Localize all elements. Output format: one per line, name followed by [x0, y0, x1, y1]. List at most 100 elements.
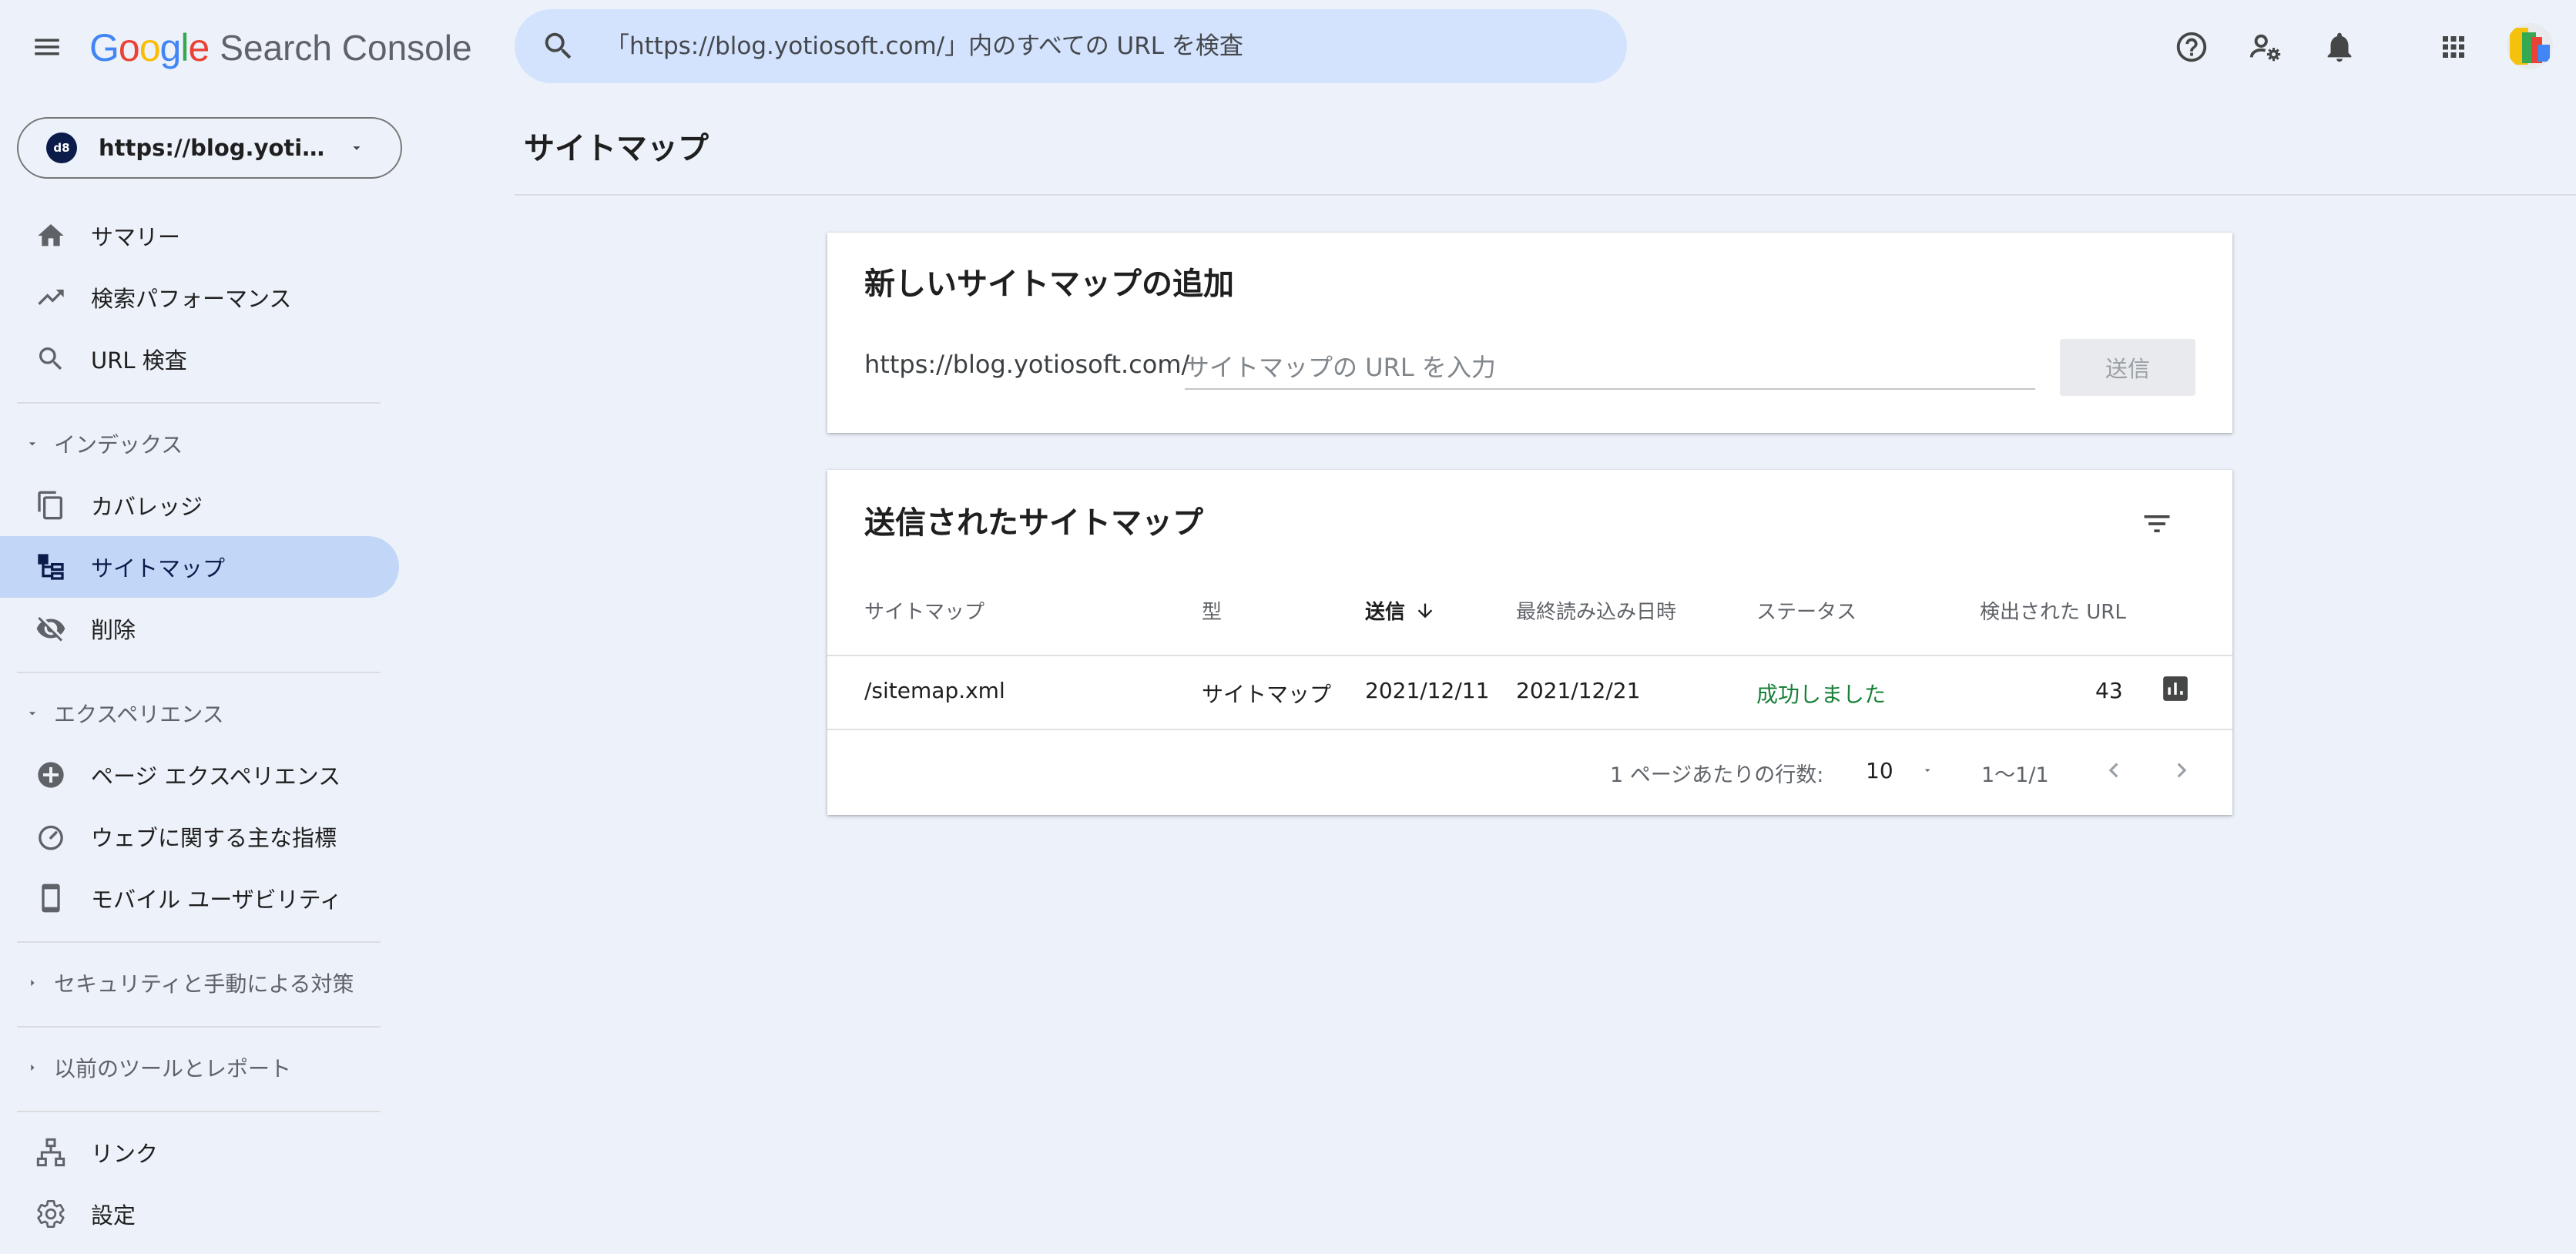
page-title: サイトマップ [524, 131, 709, 166]
search-console-logo[interactable]: Google Search Console [89, 23, 472, 72]
notifications-icon [2327, 32, 2352, 62]
property-favicon: d8 [46, 132, 77, 163]
cell-type: サイトマップ [1202, 682, 1332, 707]
sidebar-item-performance[interactable]: 検索パフォーマンス [0, 267, 399, 328]
column-header-label: 送信 [1365, 601, 1406, 624]
sidebar-item-label: 削除 [91, 617, 136, 643]
search-icon[interactable] [541, 28, 576, 64]
hamburger-menu-icon [35, 39, 59, 55]
cell-discovered-urls: 43 [2095, 678, 2123, 703]
sitemap-icon [38, 554, 64, 580]
caret-right-icon [31, 979, 35, 987]
submit-sitemap-button[interactable]: 送信 [2060, 339, 2195, 396]
sidebar-item-label: モバイル ユーザビリティ [91, 887, 342, 913]
sidebar-item-sitemaps[interactable]: サイトマップ [0, 536, 399, 598]
caret-down-icon [29, 442, 36, 446]
page-experience-icon [38, 762, 64, 788]
open-report-button[interactable] [2158, 672, 2192, 706]
url-prefix: https://blog.yotiosoft.com/ [864, 350, 1190, 379]
notifications-button[interactable] [2313, 20, 2366, 74]
links-icon [36, 1138, 65, 1167]
cell-last-read: 2021/12/21 [1516, 678, 1641, 703]
google-logo-letter: e [188, 26, 210, 69]
section-label: エクスペリエンス [54, 702, 224, 727]
product-name: Search Console [220, 28, 472, 68]
arrow-downward-icon [1417, 603, 1433, 618]
sitemap-url-input[interactable] [1185, 347, 2035, 390]
submitted-sitemaps-card: 送信されたサイトマップ サイトマップ 型 送信 最終読み込み日時 ステータス 検… [827, 470, 2232, 815]
google-logo-letter: l [180, 26, 189, 69]
column-header-submitted[interactable]: 送信 [1365, 596, 1436, 625]
previous-page-button[interactable] [2091, 747, 2137, 793]
sidebar-section-legacy[interactable]: 以前のツールとレポート [0, 1044, 385, 1091]
help-button[interactable] [2165, 20, 2219, 74]
speed-gauge-icon [39, 825, 63, 850]
sidebar-section-experience[interactable]: エクスペリエンス [0, 690, 385, 736]
manage-users-icon [2249, 34, 2281, 62]
column-header-discovered-urls[interactable]: 検出された URL [1980, 596, 2126, 625]
column-header-status[interactable]: ステータス [1756, 596, 1857, 625]
sidebar-item-core-web-vitals[interactable]: ウェブに関する主な指標 [0, 806, 399, 867]
sidebar-divider [17, 1026, 381, 1028]
submitted-sitemaps-title: 送信されたサイトマップ [864, 505, 1203, 541]
google-logo-letter: o [139, 26, 161, 69]
sidebar-item-label: カバレッジ [91, 494, 203, 520]
cell-status: 成功しました [1756, 682, 1887, 707]
main-menu-button[interactable] [17, 17, 77, 77]
google-apps-button[interactable] [2427, 20, 2480, 74]
search-icon [39, 347, 62, 370]
url-inspection-search-bar[interactable] [515, 9, 1627, 83]
filter-button[interactable] [2126, 493, 2188, 555]
next-page-button[interactable] [2158, 747, 2205, 793]
rows-per-page-value: 10 [1866, 757, 1893, 783]
section-label: 以前のツールとレポート [54, 1056, 292, 1081]
manage-users-button[interactable] [2239, 20, 2293, 74]
home-icon [38, 224, 64, 246]
chevron-left-icon [2108, 763, 2118, 778]
sidebar-item-label: リンク [91, 1141, 159, 1167]
caret-down-icon [29, 712, 36, 716]
sidebar-item-coverage[interactable]: カバレッジ [0, 474, 399, 536]
column-header-sitemap[interactable]: サイトマップ [864, 596, 984, 625]
rows-per-page-select[interactable]: 10 [1857, 753, 1934, 787]
column-header-last-read[interactable]: 最終読み込み日時 [1516, 596, 1676, 625]
chevron-right-icon [2177, 763, 2187, 778]
sidebar-item-label: サイトマップ [91, 555, 226, 582]
sidebar-item-settings[interactable]: 設定 [0, 1183, 399, 1245]
google-logo-letter: G [89, 26, 119, 69]
apps-grid-icon [2443, 36, 2464, 58]
sidebar-section-security[interactable]: セキュリティと手動による対策 [0, 960, 385, 1006]
sidebar-item-links[interactable]: リンク [0, 1122, 399, 1183]
sidebar-item-label: ウェブに関する主な指標 [91, 825, 337, 851]
sidebar-divider [17, 1111, 381, 1112]
section-label: セキュリティと手動による対策 [54, 971, 354, 997]
page-range: 1〜1/1 [1981, 763, 2049, 787]
cell-submitted: 2021/12/11 [1365, 678, 1490, 703]
sidebar-item-label: URL 検査 [91, 347, 187, 374]
sidebar-item-page-experience[interactable]: ページ エクスペリエンス [0, 744, 399, 806]
top-app-bar: Google Search Console [0, 0, 2576, 94]
search-input[interactable] [605, 32, 1607, 60]
section-label: インデックス [54, 432, 183, 458]
sidebar-item-removals[interactable]: 削除 [0, 598, 399, 659]
sidebar-item-summary[interactable]: サマリー [0, 205, 399, 267]
account-avatar[interactable] [2507, 23, 2553, 69]
sidebar-item-url-inspection[interactable]: URL 検査 [0, 328, 399, 390]
trending-up-icon [38, 290, 64, 305]
property-selector[interactable]: d8 https://blog.yotiosoft.com/ [17, 117, 402, 179]
sidebar-divider [17, 402, 381, 404]
add-sitemap-card: 新しいサイトマップの追加 https://blog.yotiosoft.com/… [827, 233, 2232, 433]
cell-sitemap[interactable]: /sitemap.xml [864, 678, 1005, 703]
google-logo-letter: g [159, 26, 182, 69]
sidebar-item-label: ページ エクスペリエンス [91, 763, 341, 790]
sidebar-item-label: 検索パフォーマンス [91, 286, 292, 312]
caret-down-icon [353, 146, 361, 150]
sidebar-section-index[interactable]: インデックス [0, 421, 385, 467]
sidebar-item-mobile-usability[interactable]: モバイル ユーザビリティ [0, 867, 399, 929]
coverage-icon [38, 491, 62, 520]
column-header-type[interactable]: 型 [1202, 596, 1222, 625]
google-logo-letter: o [118, 26, 140, 69]
table-rule [827, 655, 2232, 656]
caret-right-icon [31, 1064, 35, 1071]
add-sitemap-title: 新しいサイトマップの追加 [864, 267, 1234, 302]
